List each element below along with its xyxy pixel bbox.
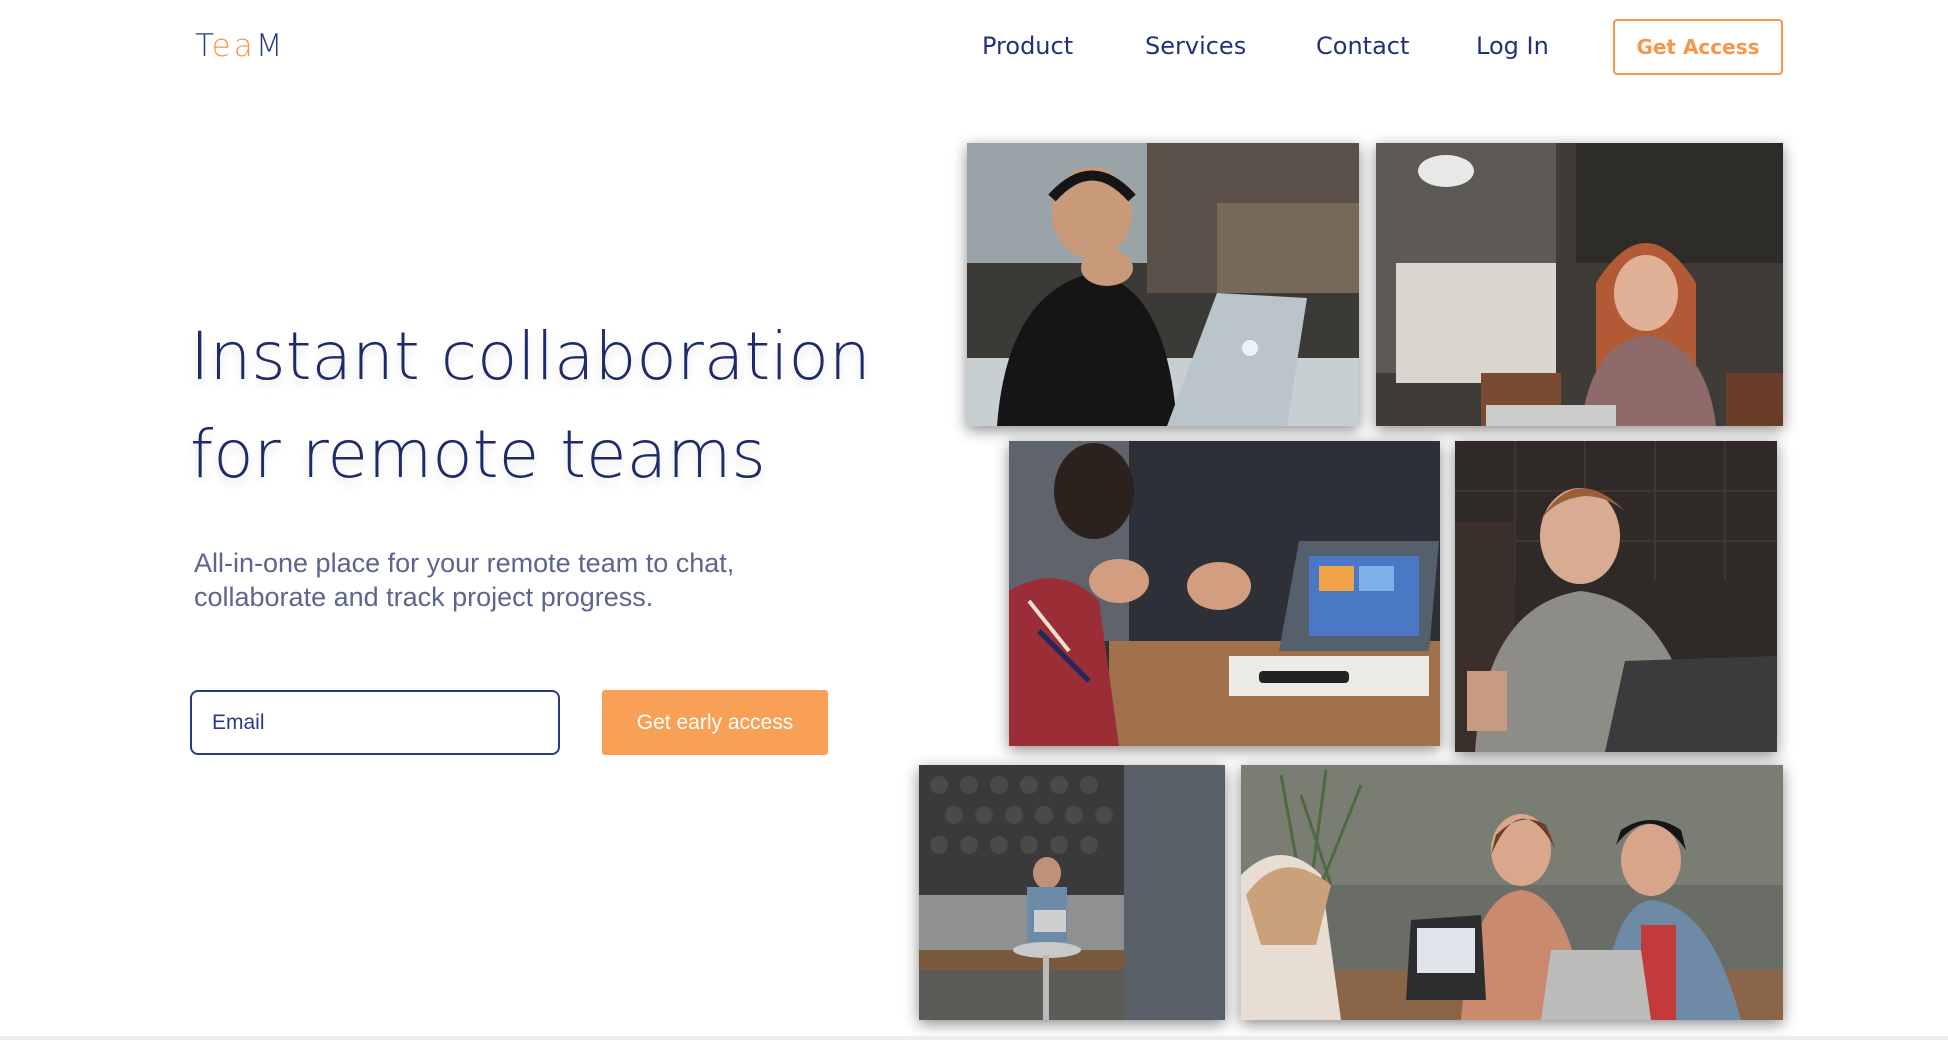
get-access-button[interactable]: Get Access — [1613, 19, 1783, 75]
logo-text-end: M — [255, 28, 286, 64]
photo-woman-with-laptop — [1376, 143, 1783, 426]
logo-text: Tea — [195, 28, 256, 64]
hero-title-line-1: Instant collaboration — [190, 318, 871, 395]
nav-login-link[interactable]: Log In — [1476, 32, 1549, 60]
photo-three-women-laughing — [1241, 765, 1783, 1020]
photo-man-in-cafe-booth — [919, 765, 1225, 1020]
logo[interactable]: TeaM — [195, 28, 286, 64]
photo-smiling-man-laptop — [1455, 441, 1777, 752]
get-early-access-button[interactable]: Get early access — [602, 690, 828, 755]
hero-title-line-2: for remote teams — [190, 416, 766, 493]
hero-subtitle: All-in-one place for your remote team to… — [194, 546, 834, 614]
hero-subtitle-line-1: All-in-one place for your remote team to… — [194, 548, 735, 578]
hero-subtitle-line-2: collaborate and track project progress. — [194, 582, 654, 612]
nav-product-link[interactable]: Product — [982, 32, 1073, 60]
photo-man-with-headphones — [967, 143, 1359, 426]
email-input[interactable] — [190, 690, 560, 755]
page-bottom-divider — [0, 1036, 1948, 1040]
nav-services-link[interactable]: Services — [1145, 32, 1246, 60]
hero-title: Instant collaboration for remote teams — [190, 308, 910, 504]
nav-contact-link[interactable]: Contact — [1316, 32, 1409, 60]
photo-meeting-gestures — [1009, 441, 1440, 746]
